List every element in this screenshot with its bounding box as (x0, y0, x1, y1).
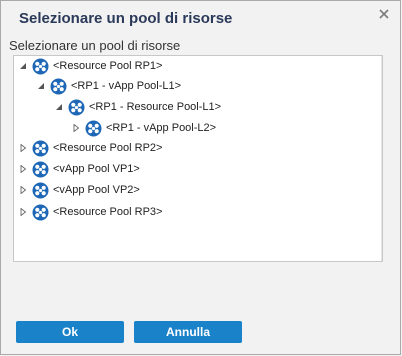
tree-node-label: <Resource Pool RP1> (53, 60, 163, 72)
resource-pool-icon (32, 182, 49, 199)
dialog-titlebar: Selezionare un pool di risorse (1, 1, 400, 35)
dialog-title: Selezionare un pool di risorse (19, 10, 233, 27)
tree-node-label: <RP1 - vApp Pool-L1> (71, 80, 182, 92)
tree-node-label: <vApp Pool VP1> (53, 163, 140, 175)
tree-node[interactable]: <Resource Pool RP3> (18, 202, 162, 222)
resource-pool-icon (32, 161, 49, 178)
collapsed-arrow-icon[interactable] (18, 185, 28, 195)
tree-scrollbar (381, 56, 382, 261)
resource-pool-icon (32, 204, 49, 221)
resource-pool-icon (32, 58, 49, 75)
expanded-arrow-icon[interactable] (54, 102, 64, 112)
expanded-arrow-icon[interactable] (18, 61, 28, 71)
collapsed-arrow-icon[interactable] (18, 143, 28, 153)
tree-node-label: <vApp Pool VP2> (53, 184, 140, 196)
tree-node[interactable]: <Resource Pool RP2> (18, 138, 162, 158)
cancel-button[interactable]: Annulla (134, 321, 242, 343)
resource-pool-icon (32, 140, 49, 157)
tree-node[interactable]: <RP1 - vApp Pool-L2> (71, 118, 216, 138)
collapsed-arrow-icon[interactable] (18, 207, 28, 217)
close-icon[interactable] (377, 7, 391, 21)
expanded-arrow-icon[interactable] (36, 81, 46, 91)
tree-node[interactable]: <Resource Pool RP1> (18, 56, 162, 76)
dialog-prompt: Selezionare un pool di risorse (9, 38, 181, 53)
ok-button[interactable]: Ok (16, 321, 124, 343)
resource-pool-tree[interactable]: <Resource Pool RP1> <RP1 - vApp Pool-L1> (13, 55, 383, 262)
tree-node[interactable]: <RP1 - Resource Pool-L1> (54, 97, 221, 117)
tree-node[interactable]: <vApp Pool VP2> (18, 180, 140, 200)
select-resource-pool-dialog: Selezionare un pool di risorse Seleziona… (0, 0, 401, 355)
tree-node-label: <RP1 - Resource Pool-L1> (89, 101, 222, 113)
tree-node[interactable]: <vApp Pool VP1> (18, 159, 140, 179)
tree-node-label: <Resource Pool RP2> (53, 142, 163, 154)
collapsed-arrow-icon[interactable] (18, 164, 28, 174)
resource-pool-icon (68, 99, 85, 116)
resource-pool-icon (50, 78, 67, 95)
collapsed-arrow-icon[interactable] (71, 123, 81, 133)
tree-node-label: <RP1 - vApp Pool-L2> (106, 122, 217, 134)
tree-node-label: <Resource Pool RP3> (53, 206, 163, 218)
resource-pool-icon (85, 120, 102, 137)
tree-node[interactable]: <RP1 - vApp Pool-L1> (36, 76, 181, 96)
